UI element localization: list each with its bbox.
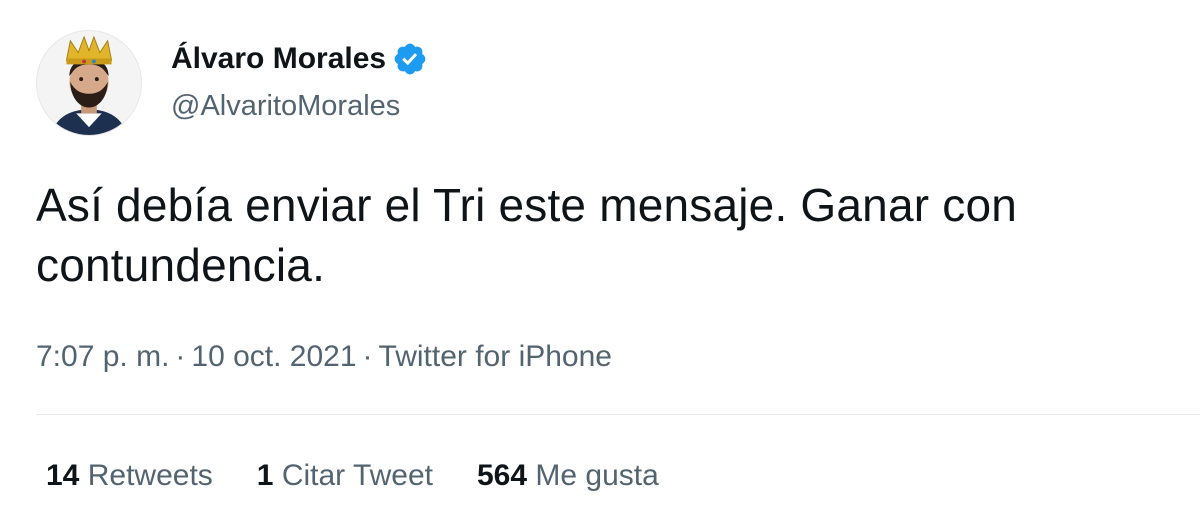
quote-tweets-label: Citar Tweet bbox=[281, 459, 433, 492]
meta-separator: · bbox=[175, 340, 186, 373]
tweet-time[interactable]: 7:07 p. m. bbox=[36, 340, 169, 373]
user-handle[interactable]: @AlvaritoMorales bbox=[171, 88, 400, 124]
verified-badge-icon bbox=[392, 41, 428, 77]
display-name[interactable]: Álvaro Morales bbox=[171, 40, 428, 78]
tweet-text: Así debía enviar el Tri este mensaje. Ga… bbox=[36, 179, 1018, 291]
tweet-date[interactable]: 10 oct. 2021 bbox=[191, 340, 356, 373]
display-name-text: Álvaro Morales bbox=[171, 42, 387, 75]
avatar[interactable] bbox=[36, 30, 142, 136]
meta-separator: · bbox=[362, 340, 373, 373]
tweet-stats: 14 Retweets 1 Citar Tweet 564 Me gusta bbox=[46, 456, 659, 496]
tweet-card: Álvaro Morales @AlvaritoMorales Así debí… bbox=[0, 0, 1200, 522]
retweets-label: Retweets bbox=[87, 459, 213, 492]
avatar-king-crown-icon bbox=[37, 31, 141, 135]
likes-label: Me gusta bbox=[535, 459, 659, 492]
likes-stat[interactable]: 564 Me gusta bbox=[477, 456, 659, 496]
retweets-stat[interactable]: 14 Retweets bbox=[46, 456, 213, 496]
likes-count: 564 bbox=[476, 459, 528, 492]
quote-tweets-stat[interactable]: 1 Citar Tweet bbox=[257, 456, 433, 496]
retweets-count: 14 bbox=[46, 459, 80, 492]
tweet-meta: 7:07 p. m. · 10 oct. 2021 · Twitter for iPho… bbox=[36, 338, 612, 376]
quote-tweets-count: 1 bbox=[256, 459, 274, 492]
divider bbox=[36, 414, 1200, 415]
tweet-source[interactable]: Twitter for iPhone bbox=[379, 340, 612, 373]
